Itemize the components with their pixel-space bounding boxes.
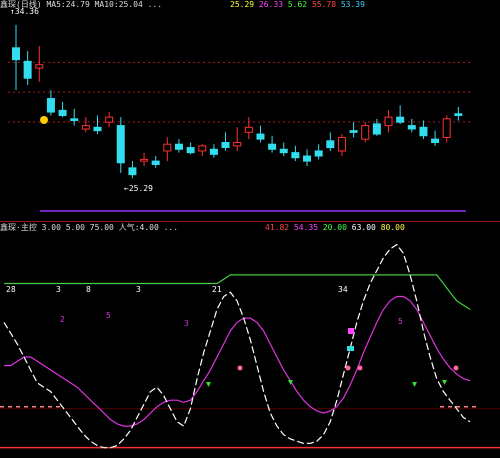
candle-body-34 xyxy=(396,116,405,123)
indicator-mark-7: 2 xyxy=(60,315,65,324)
candle-body-9 xyxy=(105,116,114,123)
indicator-mark-1: 28 xyxy=(6,285,16,294)
candle-body-26 xyxy=(303,155,312,162)
upper-band-line xyxy=(4,274,471,310)
indicator-mark-6: 34 xyxy=(338,285,348,294)
candle-body-35 xyxy=(407,125,416,130)
candle-body-19 xyxy=(221,142,230,149)
indicator-mark-9: 3 xyxy=(184,319,189,328)
slow-line xyxy=(4,295,471,427)
indicator-mark-8: 5 xyxy=(106,311,111,320)
candle-body-3 xyxy=(35,64,44,69)
candle-body-23 xyxy=(268,143,277,150)
indicator-mark-4: 3 xyxy=(136,285,141,294)
candle-body-28 xyxy=(326,140,335,149)
candle-body-22 xyxy=(256,133,265,140)
indicator-mark-5: 21 xyxy=(212,285,222,294)
candle-body-39 xyxy=(454,113,463,116)
candle-body-14 xyxy=(163,143,172,152)
candle-body-10 xyxy=(116,125,125,164)
candle-body-16 xyxy=(186,147,195,154)
candle-body-2 xyxy=(23,60,32,79)
candle-body-37 xyxy=(431,138,440,144)
candle-body-31 xyxy=(361,125,370,140)
candle-body-32 xyxy=(372,123,381,135)
candle-body-11 xyxy=(128,167,137,176)
candle-body-15 xyxy=(174,143,183,150)
candle-body-21 xyxy=(244,126,253,133)
candle-body-20 xyxy=(233,142,242,147)
candle-body-7 xyxy=(81,125,90,130)
candle-body-1 xyxy=(12,47,20,61)
signal-coin-icon xyxy=(40,116,48,124)
chart-canvas: 28 3 8 3 21 34 2 5 3 5 xyxy=(0,24,500,449)
candle-body-6 xyxy=(70,118,79,122)
sell-dot-icon-4 xyxy=(453,365,459,371)
candle-body-13 xyxy=(151,160,160,165)
candle-body-24 xyxy=(279,148,288,154)
candle-body-27 xyxy=(314,150,323,157)
buy-arrow-icon-1 xyxy=(206,382,211,387)
signal-flag-icon xyxy=(347,346,354,351)
candle-body-25 xyxy=(291,152,300,159)
candle-body-36 xyxy=(419,126,428,137)
indicator-mark-3: 8 xyxy=(86,285,91,294)
candle-body-33 xyxy=(384,116,393,127)
candle-body-38 xyxy=(442,118,451,138)
candle-body-30 xyxy=(349,130,358,133)
candle-body-18 xyxy=(209,148,218,155)
stock-chart-window: 鑫琛(日线) MA5:24.79 MA10:25.04 ... 25.29 26… xyxy=(0,0,500,458)
indicator-mark-10: 5 xyxy=(398,317,403,326)
candle-body-12 xyxy=(140,158,149,162)
candle-body-29 xyxy=(337,136,346,152)
signal-square-icon xyxy=(348,328,354,334)
buy-arrow-icon-3 xyxy=(412,382,417,387)
candle-body-4 xyxy=(46,98,55,113)
sell-dot-icon-2 xyxy=(345,365,351,371)
candle-body-17 xyxy=(198,145,207,152)
buy-arrow-icon-4 xyxy=(442,380,447,385)
indicator-mark-2: 3 xyxy=(56,285,61,294)
candle-body-8 xyxy=(93,126,102,132)
sell-dot-icon-1 xyxy=(237,365,243,371)
sell-dot-icon-3 xyxy=(357,365,363,371)
candle-body-5 xyxy=(58,109,67,116)
